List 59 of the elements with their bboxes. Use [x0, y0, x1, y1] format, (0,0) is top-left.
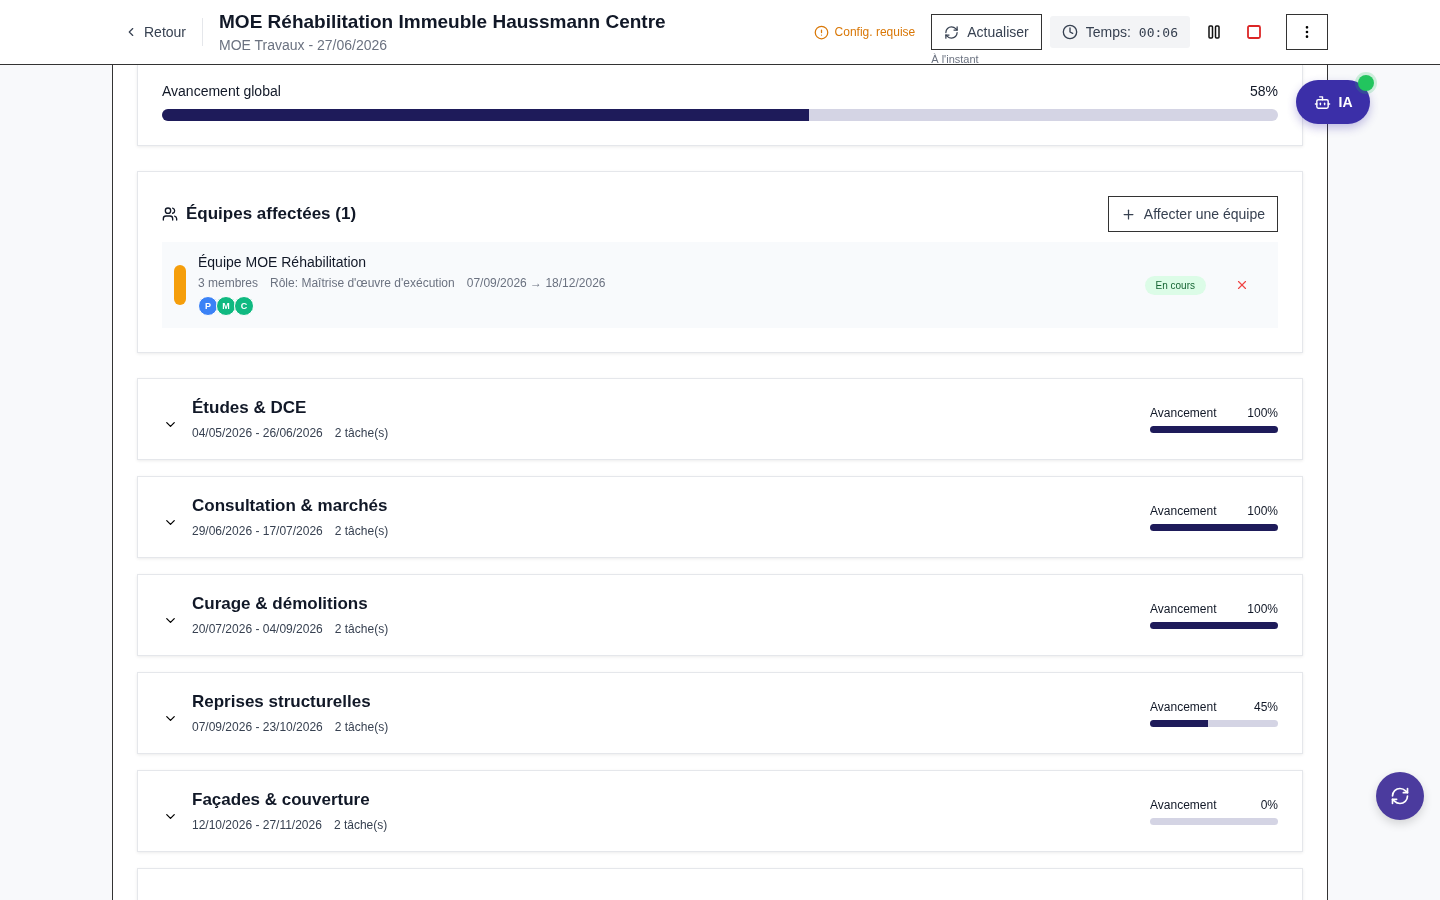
progress-value: 100%: [1247, 405, 1278, 420]
close-icon: [1235, 278, 1249, 292]
team-members: 3 membres: [198, 276, 259, 290]
timer: Temps: 00:06: [1049, 16, 1190, 48]
pause-icon: [1208, 25, 1220, 39]
plus-icon: [1120, 206, 1136, 222]
refresh-icon: [944, 24, 960, 40]
sync-button[interactable]: [1376, 772, 1424, 820]
progress-value: 100%: [1247, 601, 1278, 616]
member-avatar: C: [234, 296, 254, 316]
team-name: Équipe MOE Réhabilitation: [198, 254, 368, 270]
users-icon: [162, 206, 178, 222]
phase-title: Consultation & marchés: [192, 496, 389, 516]
section-title: Équipes affectées (1): [186, 204, 357, 224]
phase-title: Curage & démolitions: [192, 594, 369, 614]
progress-value: 0%: [1260, 797, 1278, 812]
phase-dates: 07/09/2026 - 23/10/2026: [192, 720, 323, 734]
phase-dates: 04/05/2026 - 26/06/2026: [192, 426, 323, 440]
progress-label: Avancement global: [162, 83, 281, 99]
stop-icon: [1247, 25, 1261, 39]
phase-tasks: 2 tâche(s): [334, 622, 389, 636]
page-title: MOE Réhabilitation Immeuble Haussmann Centre: [219, 11, 666, 33]
assign-team-button[interactable]: Affecter une équipe: [1107, 196, 1278, 232]
team-dates: 07/09/2026 → 18/12/2026: [466, 276, 606, 290]
progress-label: Avancement: [1150, 601, 1217, 616]
phase-title: Reprises structurelles: [192, 692, 372, 712]
back-link[interactable]: Retour: [124, 18, 204, 46]
progress-label: Avancement: [1150, 503, 1217, 518]
member-avatar: P: [198, 296, 218, 316]
member-avatar: M: [216, 296, 236, 316]
progress-label: Avancement: [1150, 797, 1217, 812]
more-menu-button[interactable]: [1286, 14, 1328, 50]
progress-value: 45%: [1253, 699, 1278, 714]
phase-dates: 12/10/2026 - 27/11/2026: [192, 818, 322, 832]
phase-dates: 20/07/2026 - 04/09/2026: [192, 622, 323, 636]
clock-icon: [1061, 24, 1078, 40]
ai-assistant-button[interactable]: IA: [1296, 80, 1370, 124]
phase-title: Études & DCE: [192, 398, 308, 418]
robot-icon: [1313, 93, 1331, 111]
team-color-bar: [174, 265, 186, 305]
phase-tasks: 2 tâche(s): [334, 720, 389, 734]
config-warning: Config. requise: [813, 24, 916, 40]
progress-label: Avancement: [1150, 699, 1217, 714]
sync-icon: [1390, 786, 1410, 806]
phase-tasks: 2 tâche(s): [333, 818, 388, 832]
refresh-button[interactable]: Actualiser: [931, 14, 1042, 50]
online-indicator: [1358, 75, 1374, 91]
team-role: Rôle: Maîtrise d'œuvre d'exécution: [270, 276, 455, 290]
progress-value: 58%: [1249, 83, 1278, 99]
progress-value: 100%: [1247, 503, 1278, 518]
page-subtitle: MOE Travaux - 27/06/2026: [219, 37, 389, 53]
status-badge: En cours: [1144, 275, 1206, 295]
phase-tasks: 2 tâche(s): [334, 524, 389, 538]
phase-dates: 29/06/2026 - 17/07/2026: [192, 524, 323, 538]
warning-icon: [813, 24, 829, 40]
last-refresh-time: À l'instant: [931, 53, 979, 65]
phase-tasks: 2 tâche(s): [334, 426, 389, 440]
phase-title: Façades & couverture: [192, 790, 371, 810]
progress-label: Avancement: [1150, 405, 1217, 420]
